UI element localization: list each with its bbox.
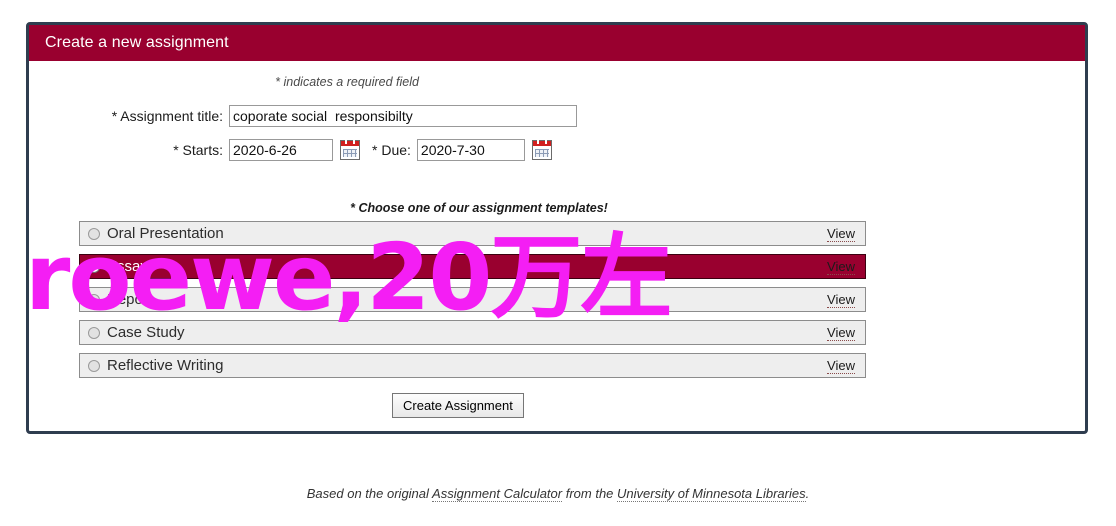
assignment-calculator-link[interactable]: Assignment Calculator (432, 486, 563, 502)
template-row-left: Oral Presentation (88, 225, 224, 242)
footer-middle: from the (562, 486, 618, 501)
footer-prefix: Based on the original (306, 486, 433, 501)
assignment-title-label: * Assignment title: (111, 108, 223, 124)
view-link-oral-presentation[interactable]: View (827, 226, 855, 242)
footer-attribution: Based on the original Assignment Calcula… (0, 486, 1116, 502)
page-title: Create a new assignment (45, 34, 229, 51)
template-row-left: Essay (88, 258, 148, 275)
template-row-reflective-writing[interactable]: Reflective Writing View (79, 353, 866, 378)
university-libraries-link[interactable]: University of Minnesota Libraries (617, 486, 806, 502)
template-label: Report (107, 291, 153, 308)
radio-oral-presentation[interactable] (88, 227, 100, 240)
start-date-label: * Starts: (173, 142, 223, 158)
calendar-icon-ring (536, 139, 539, 144)
due-date-input[interactable] (416, 139, 525, 161)
template-row-left: Case Study (88, 324, 185, 341)
calendar-icon-ring (544, 139, 547, 144)
template-label: Oral Presentation (107, 225, 224, 242)
view-link-essay[interactable]: View (827, 259, 855, 275)
assignment-title-row: * Assignment title: (29, 105, 577, 127)
template-row-case-study[interactable]: Case Study View (79, 320, 866, 345)
template-row-left: Reflective Writing (88, 357, 223, 374)
template-row-left: Report (88, 291, 152, 308)
calendar-icon-ring (353, 139, 355, 144)
assignment-dates-row: * Starts: * Due: (29, 139, 552, 161)
calendar-icon-header (341, 141, 359, 146)
panel-title-bar: Create a new assignment (29, 25, 1085, 61)
template-row-essay[interactable]: Essay View (79, 254, 866, 279)
footer-suffix: . (805, 486, 810, 501)
due-date-label: * Due: (372, 142, 411, 158)
panel-body: * indicates a required field * Assignmen… (29, 61, 1085, 431)
view-link-reflective-writing[interactable]: View (827, 358, 855, 374)
radio-essay[interactable] (88, 260, 100, 273)
calendar-icon-grid (534, 149, 549, 157)
assignment-template-list: Oral Presentation View Essay View Report… (79, 221, 866, 386)
template-label: Case Study (107, 324, 185, 341)
calendar-icon-header (532, 141, 551, 146)
due-date-calendar-icon[interactable] (531, 139, 552, 160)
radio-case-study[interactable] (88, 326, 100, 339)
assignment-title-input[interactable] (229, 105, 577, 127)
start-date-calendar-icon[interactable] (340, 139, 360, 160)
template-row-oral-presentation[interactable]: Oral Presentation View (79, 221, 866, 246)
start-date-input[interactable] (229, 139, 333, 161)
create-assignment-button[interactable]: Create Assignment (392, 393, 524, 418)
radio-reflective-writing[interactable] (88, 359, 100, 372)
calendar-icon-ring (345, 139, 347, 144)
radio-report[interactable] (88, 293, 100, 306)
template-row-report[interactable]: Report View (79, 287, 866, 312)
view-link-report[interactable]: View (827, 292, 855, 308)
calendar-icon-grid (343, 149, 357, 157)
template-label: Reflective Writing (107, 357, 224, 374)
required-field-note: * indicates a required field (275, 75, 419, 89)
choose-template-note: * Choose one of our assignment templates… (350, 201, 608, 215)
template-label: Essay (107, 258, 148, 275)
view-link-case-study[interactable]: View (827, 325, 855, 341)
create-assignment-panel: Create a new assignment * indicates a re… (26, 22, 1088, 434)
